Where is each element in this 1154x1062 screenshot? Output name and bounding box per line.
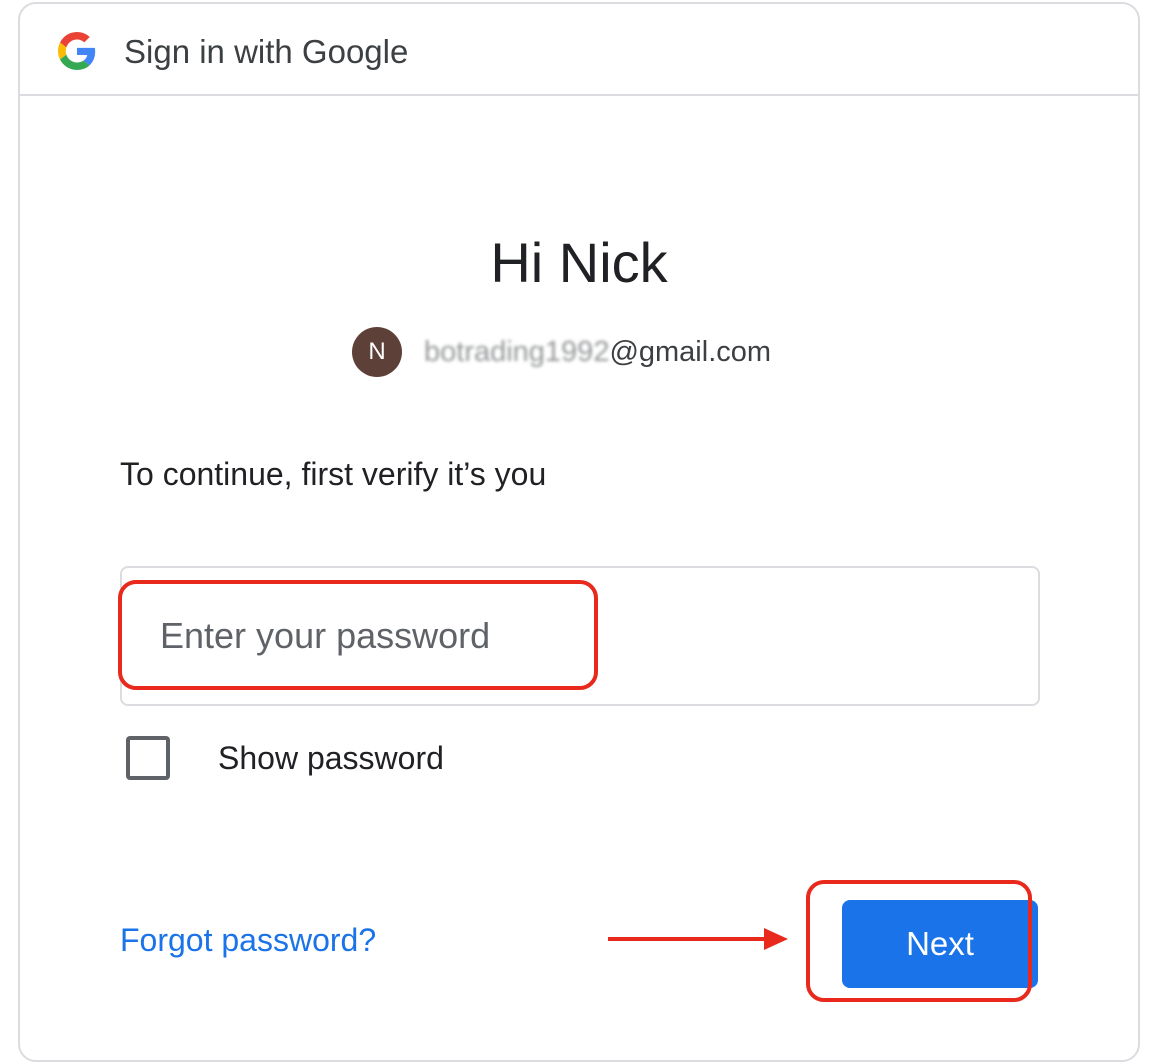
show-password-label[interactable]: Show password: [218, 740, 444, 777]
forgot-password-link[interactable]: Forgot password?: [120, 922, 376, 959]
email-obscured-part: botrading1992: [424, 335, 610, 368]
account-chip[interactable]: N botrading1992@gmail.com: [352, 326, 771, 378]
avatar: N: [352, 327, 402, 377]
sign-in-dialog: Sign in with Google Hi Nick N botrading1…: [18, 2, 1140, 1062]
show-password-checkbox[interactable]: [126, 736, 170, 780]
greeting-heading: Hi Nick: [490, 231, 668, 294]
next-button[interactable]: Next: [842, 900, 1038, 988]
google-g-icon: [58, 32, 96, 70]
account-email: botrading1992@gmail.com: [424, 336, 771, 369]
email-domain: @gmail.com: [609, 335, 772, 368]
dialog-header: Sign in with Google: [20, 4, 1138, 96]
password-field[interactable]: [120, 566, 1040, 706]
password-input[interactable]: [160, 608, 600, 664]
verify-subtitle: To continue, first verify it’s you: [120, 456, 547, 492]
annotation-arrow-icon: [608, 928, 788, 950]
show-password-row[interactable]: Show password: [126, 732, 444, 784]
dialog-title: Sign in with Google: [124, 33, 409, 70]
